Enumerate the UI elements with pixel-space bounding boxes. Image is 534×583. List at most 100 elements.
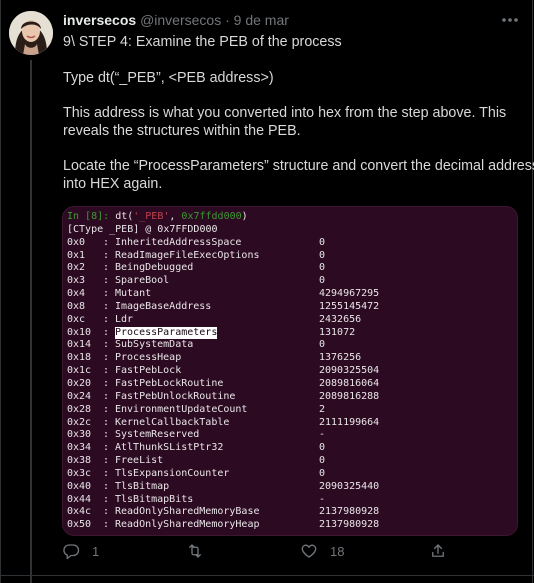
peb-field-row: 0x20: FastPebLockRoutine 2089816064 — [67, 378, 515, 391]
ctype-line: [CType _PEB] @ 0x7FFDD000 — [67, 223, 218, 235]
tweet-date[interactable]: 9 de mar — [234, 12, 289, 28]
reply-count: 1 — [92, 543, 100, 559]
field-value: 2 — [319, 403, 326, 415]
terminal-screenshot[interactable]: In [8]: dt('_PEB', 0x7ffdd000) [CType _P… — [62, 206, 518, 536]
peb-field-row: 0x2c: KernelCallbackTable 2111199664 — [67, 417, 515, 430]
user-handle[interactable]: @inversecos — [140, 12, 221, 28]
field-value: 2111199664 — [319, 416, 380, 428]
field-offset: 0x20 — [67, 377, 92, 389]
share-icon — [432, 544, 444, 557]
peb-field-row: 0x10: ProcessParameters 131072 — [67, 326, 515, 340]
reply-button[interactable]: 1 — [62, 542, 99, 560]
field-name: ReadOnlySharedMemoryHeap — [115, 519, 260, 531]
field-offset: 0x0 — [67, 236, 86, 248]
field-offset: 0x28 — [67, 403, 92, 415]
field-offset: 0x1c — [67, 365, 92, 377]
peb-field-row: 0xc: Ldr 2432656 — [67, 314, 515, 327]
peb-field-row: 0x44: TlsBitmapBits - — [67, 494, 515, 507]
command-string: '_PEB' — [133, 211, 170, 222]
command-fn: dt( — [115, 211, 134, 222]
field-name: FastPebLock — [115, 365, 182, 377]
field-name: TlsExpansionCounter — [115, 467, 230, 479]
field-name: TlsBitmapBits — [115, 493, 194, 505]
field-separator: : — [103, 429, 110, 441]
peb-field-row: 0x24: FastPebUnlockRoutine 2089816288 — [67, 391, 515, 404]
field-offset: 0x50 — [67, 519, 92, 531]
field-offset: 0x18 — [67, 352, 92, 364]
retweet-button[interactable] — [186, 542, 204, 560]
peb-field-row: 0x8: ImageBaseAddress 1255145472 — [67, 301, 515, 314]
field-name: ProcessHeap — [115, 352, 182, 364]
peb-field-row: 0x1: ReadImageFileExecOptions 0 — [67, 250, 515, 263]
field-value: - — [319, 493, 326, 505]
field-name: AtlThunkSListPtr32 — [115, 442, 224, 454]
field-offset: 0x3c — [67, 467, 92, 479]
tweet-text-line: Type dt(“_PEB”, <PEB address>) — [63, 70, 274, 86]
field-offset: 0x4 — [67, 288, 86, 300]
peb-field-row: 0x4: Mutant 4294967295 — [67, 288, 515, 301]
field-value: 2089816064 — [319, 377, 380, 389]
tweet-text-line: 9\ STEP 4: Examine the PEB of the proces… — [63, 34, 342, 50]
field-offset: 0x40 — [67, 480, 92, 492]
tweet-text-line: reveals the structures within the PEB. — [63, 123, 301, 139]
field-name: ReadOnlySharedMemoryBase — [115, 506, 260, 518]
field-separator: : — [103, 249, 110, 261]
left-border — [0, 0, 1, 583]
peb-field-row: 0x40: TlsBitmap 2090325440 — [67, 481, 515, 494]
field-value: 2137980928 — [319, 506, 380, 518]
field-value: 2089816288 — [319, 390, 380, 402]
like-button[interactable]: 18 — [300, 542, 344, 560]
field-separator: : — [103, 442, 110, 454]
peb-field-row: 0x50: ReadOnlySharedMemoryHeap 2137980928 — [67, 519, 515, 532]
field-value: 2432656 — [319, 313, 362, 325]
field-offset: 0x2 — [67, 262, 86, 274]
field-value: 1376256 — [319, 352, 362, 364]
field-separator: : — [103, 313, 110, 325]
display-name[interactable]: inversecos — [63, 12, 136, 28]
heart-icon — [301, 544, 317, 558]
field-name: SubSystemData — [115, 339, 194, 351]
share-button[interactable] — [429, 542, 447, 560]
field-separator: : — [103, 480, 110, 492]
field-value: 2090325504 — [319, 365, 380, 377]
field-separator: : — [103, 390, 110, 402]
field-offset: 0x14 — [67, 339, 92, 351]
field-value: 1255145472 — [319, 300, 380, 312]
field-name: TlsBitmap — [115, 480, 170, 492]
field-offset: 0x24 — [67, 390, 92, 402]
field-name: FastPebLockRoutine — [115, 377, 224, 389]
more-options-icon[interactable] — [499, 12, 521, 28]
field-separator: : — [103, 300, 110, 312]
field-separator: : — [103, 275, 110, 287]
field-separator: : — [103, 455, 110, 467]
prompt: In [8]: — [67, 211, 110, 222]
peb-field-row: 0x34: AtlThunkSListPtr32 0 — [67, 442, 515, 455]
command-address: 0x7ffdd000 — [181, 211, 242, 222]
command-end: ) — [241, 211, 248, 222]
peb-field-row: 0x3: SpareBool 0 — [67, 275, 515, 288]
peb-field-row: 0x18: ProcessHeap 1376256 — [67, 352, 515, 365]
retweet-icon — [189, 544, 201, 558]
field-separator: : — [103, 403, 110, 415]
field-name: EnvironmentUpdateCount — [115, 403, 248, 415]
field-offset: 0x34 — [67, 442, 92, 454]
field-offset: 0x4c — [67, 506, 92, 518]
field-value: 131072 — [319, 326, 356, 338]
tweet-text-line: This address is what you converted into … — [63, 105, 507, 121]
field-name: KernelCallbackTable — [115, 416, 230, 428]
tweet-actions: 1 18 — [62, 542, 522, 566]
command-line: In [8]: dt('_PEB', 0x7ffdd000) — [67, 211, 515, 224]
field-offset: 0x38 — [67, 455, 92, 467]
field-name: ReadImageFileExecOptions — [115, 249, 260, 261]
field-value: 0 — [319, 275, 326, 287]
field-value: 2137980928 — [319, 519, 380, 531]
field-value: - — [319, 429, 326, 441]
field-value: 0 — [319, 236, 326, 248]
avatar[interactable] — [9, 11, 53, 55]
field-value: 4294967295 — [319, 288, 380, 300]
command-sep: , — [169, 211, 182, 222]
right-border — [532, 0, 533, 583]
tweet-header: inversecos @inversecos · 9 de mar — [63, 12, 289, 28]
field-value: 0 — [319, 262, 326, 274]
peb-field-row: 0x1c: FastPebLock 2090325504 — [67, 365, 515, 378]
